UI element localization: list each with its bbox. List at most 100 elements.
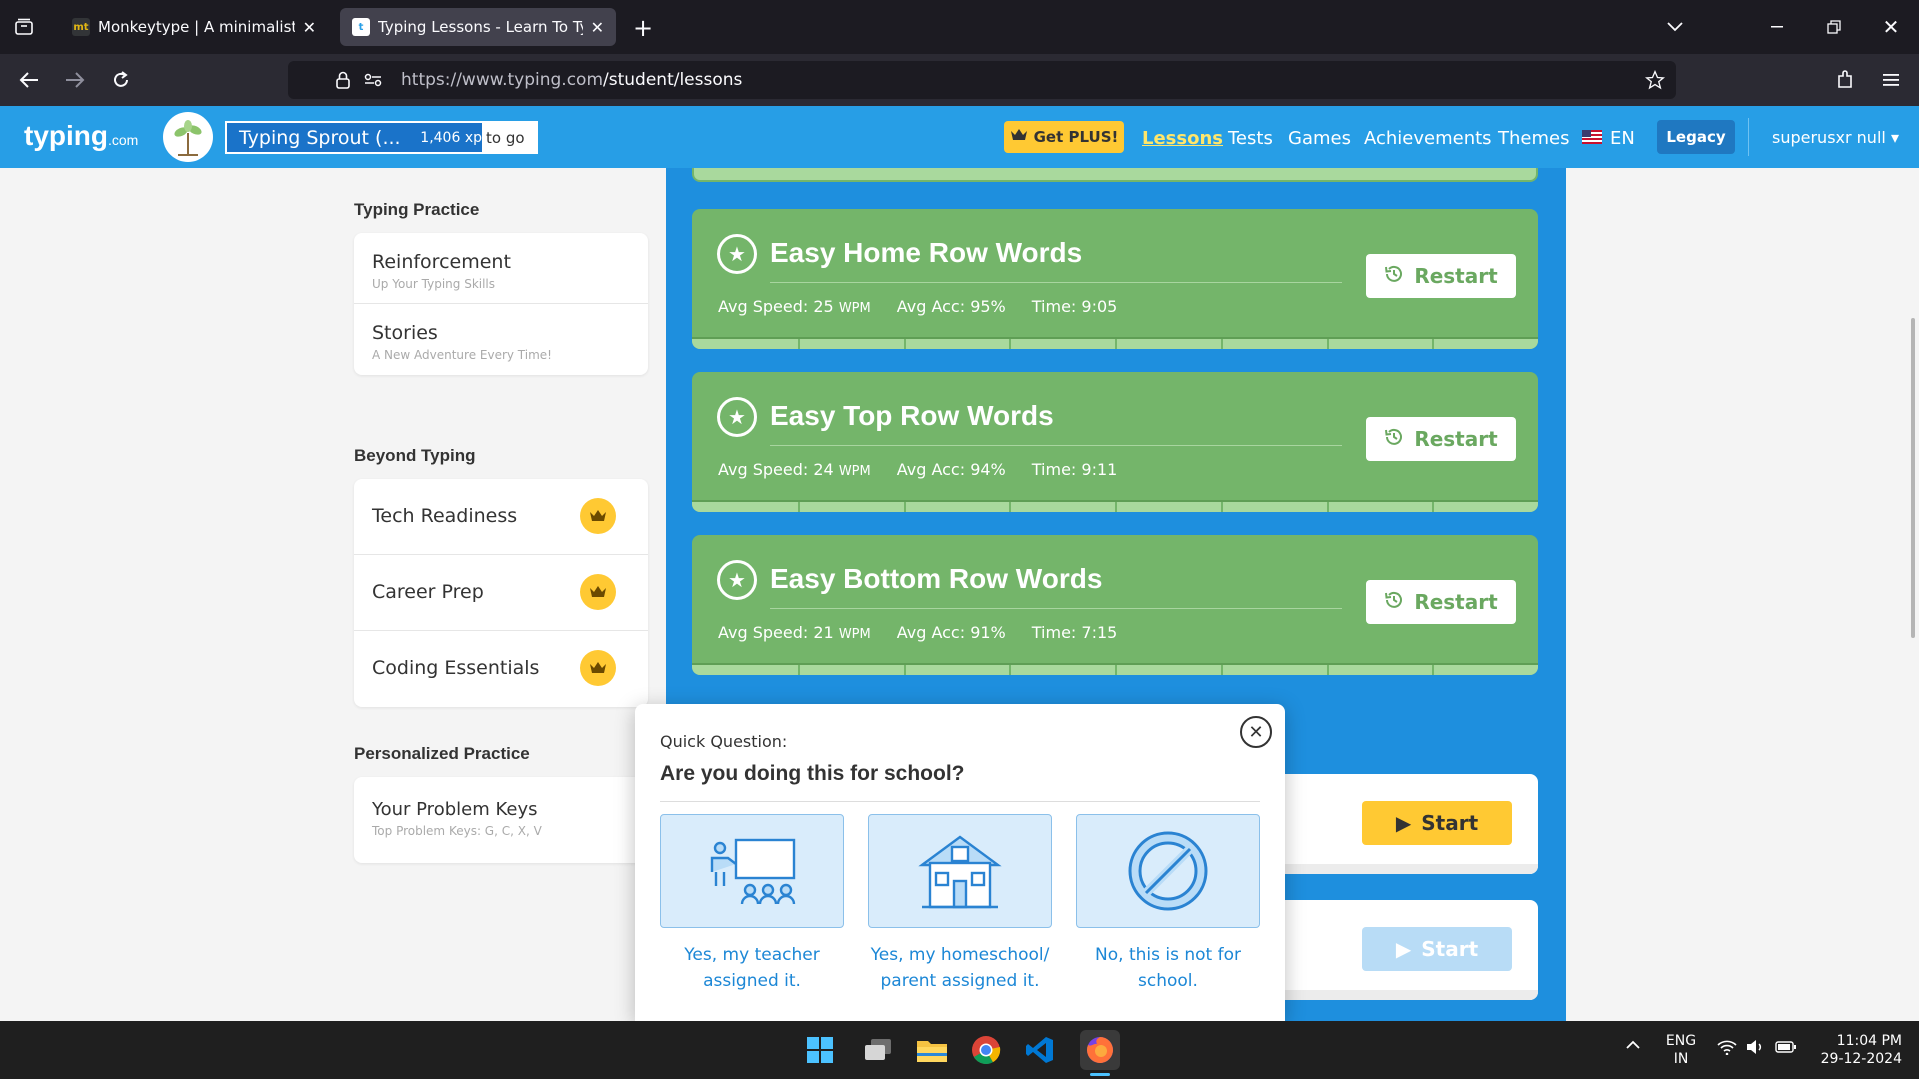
minimize-icon[interactable] <box>1762 12 1792 42</box>
progress-segment-divider <box>1326 665 1329 675</box>
file-explorer-icon[interactable] <box>916 1034 948 1066</box>
tab-monkeytype[interactable]: mt Monkeytype | A minimalistic, c ✕ <box>60 8 328 46</box>
reload-icon[interactable] <box>106 65 136 95</box>
sprout-avatar[interactable] <box>163 112 213 162</box>
progress-segment-divider <box>797 665 800 675</box>
bookmark-star-icon[interactable] <box>1640 65 1670 95</box>
restore-icon[interactable] <box>1819 12 1849 42</box>
legacy-button[interactable]: Legacy <box>1657 120 1735 154</box>
lesson-card[interactable]: ★ Easy Top Row Words Avg Speed: 24 WPM A… <box>692 372 1538 512</box>
lesson-title: Easy Home Row Words <box>770 237 1083 268</box>
restart-button[interactable]: Restart <box>1366 580 1516 624</box>
address-bar[interactable]: https://www.typing.com/student/lessons <box>288 61 1676 99</box>
close-window-icon[interactable]: ✕ <box>1876 12 1906 42</box>
history-icon <box>1384 264 1404 289</box>
progress-segment-divider <box>1432 339 1435 349</box>
progress-segment-divider <box>1220 665 1223 675</box>
home-icon <box>868 814 1052 928</box>
option-label: Yes, my homeschool/parent assigned it. <box>870 945 1050 991</box>
language-selector[interactable]: EN <box>1582 128 1635 149</box>
progress-segment-divider <box>1115 665 1117 675</box>
lesson-divider <box>770 445 1342 446</box>
active-app-indicator <box>1090 1073 1110 1076</box>
nav-themes[interactable]: Themes <box>1498 128 1569 149</box>
typing-favicon: t <box>352 18 370 36</box>
nav-lessons[interactable]: Lessons <box>1142 128 1223 149</box>
extensions-icon[interactable] <box>1830 65 1860 95</box>
nav-achievements[interactable]: Achievements <box>1364 128 1492 149</box>
clock[interactable]: 11:04 PM 29-12-2024 <box>1812 1032 1902 1068</box>
input-language[interactable]: ENG IN <box>1660 1032 1702 1068</box>
windows-start-icon[interactable] <box>804 1034 836 1066</box>
play-icon: ▶ <box>1395 811 1412 835</box>
progress-segment-divider <box>1220 502 1223 512</box>
close-modal-button[interactable]: ✕ <box>1240 716 1272 748</box>
level-progress[interactable]: Typing Sprout (... 1,406 xp to go <box>225 121 538 154</box>
browser-toolbar: https://www.typing.com/student/lessons <box>0 54 1919 106</box>
progress-segment-divider <box>1326 339 1329 349</box>
user-menu[interactable]: superusxr null ▾ <box>1772 128 1899 147</box>
site-permissions-icon[interactable] <box>358 65 388 95</box>
site-header: typing.com Typing Sprout (... 1,406 xp t… <box>0 106 1919 168</box>
progress-segment-divider <box>1432 502 1435 512</box>
lock-icon[interactable] <box>328 65 358 95</box>
task-view-icon[interactable] <box>862 1034 894 1066</box>
modal-subtitle: Quick Question: <box>660 732 788 751</box>
previous-lesson-progress <box>692 168 1538 182</box>
show-hidden-icons-chevron[interactable] <box>1620 1037 1646 1055</box>
completed-star-icon: ★ <box>717 560 757 600</box>
lesson-stats: Avg Speed: 21 WPM Avg Acc: 91% Time: 7:1… <box>718 623 1118 642</box>
start-button[interactable]: ▶ Start <box>1362 927 1512 971</box>
new-tab-icon[interactable]: + <box>628 13 658 43</box>
modal-divider <box>660 801 1260 802</box>
problem-keys-item[interactable]: Your Problem Keys Top Problem Keys: G, C… <box>354 777 648 863</box>
monkeytype-favicon: mt <box>72 18 90 36</box>
lesson-progress-bar <box>692 663 1538 675</box>
firefox-icon[interactable] <box>1080 1030 1120 1070</box>
premium-crown-icon <box>580 498 616 534</box>
typing-logo[interactable]: typing.com <box>24 120 138 152</box>
tab-title: Monkeytype | A minimalistic, c <box>98 18 295 36</box>
progress-segment-divider <box>1326 502 1329 512</box>
wifi-icon[interactable] <box>1716 1039 1738 1060</box>
chrome-icon[interactable] <box>970 1034 1002 1066</box>
coding-essentials-item[interactable]: Coding Essentials <box>354 631 648 707</box>
nav-games[interactable]: Games <box>1288 128 1351 149</box>
progress-segment-divider <box>903 502 906 512</box>
lesson-card[interactable]: ★ Easy Bottom Row Words Avg Speed: 21 WP… <box>692 535 1538 675</box>
battery-icon[interactable] <box>1774 1040 1798 1058</box>
us-flag-icon <box>1582 128 1602 149</box>
get-plus-button[interactable]: Get PLUS! <box>1004 121 1124 153</box>
nav-tests[interactable]: Tests <box>1228 128 1273 149</box>
reinforcement-item[interactable]: Reinforcement Up Your Typing Skills <box>354 233 648 304</box>
career-prep-item[interactable]: Career Prep <box>354 555 648 631</box>
quick-question-modal: ✕ Quick Question: Are you doing this for… <box>635 704 1285 1021</box>
tab-typing-lessons[interactable]: t Typing Lessons - Learn To Type ✕ <box>340 8 616 46</box>
personalized-practice-title: Personalized Practice <box>354 744 530 763</box>
xp-count: 1,406 xp <box>420 129 482 146</box>
start-button[interactable]: ▶ Start <box>1362 801 1512 845</box>
page-scrollbar[interactable] <box>1907 168 1919 1021</box>
option-homeschool[interactable]: Yes, my homeschool/parent assigned it. <box>868 814 1052 994</box>
option-not-school[interactable]: No, this is not for school. <box>1076 814 1260 994</box>
option-teacher[interactable]: Yes, my teacher assigned it. <box>660 814 844 994</box>
scrollbar-thumb[interactable] <box>1911 318 1915 638</box>
close-tab-icon[interactable]: ✕ <box>591 18 604 37</box>
back-icon[interactable] <box>14 65 44 95</box>
history-icon <box>1384 590 1404 615</box>
tab-overview-icon[interactable] <box>10 13 38 41</box>
restart-button[interactable]: Restart <box>1366 254 1516 298</box>
completed-star-icon: ★ <box>717 397 757 437</box>
tech-readiness-item[interactable]: Tech Readiness <box>354 479 648 555</box>
vscode-icon[interactable] <box>1024 1034 1056 1066</box>
close-tab-icon[interactable]: ✕ <box>303 18 316 37</box>
forward-icon[interactable] <box>60 65 90 95</box>
lesson-stats: Avg Speed: 24 WPM Avg Acc: 94% Time: 9:1… <box>718 460 1118 479</box>
stories-item[interactable]: Stories A New Adventure Every Time! <box>354 304 648 375</box>
lesson-card[interactable]: ★ Easy Home Row Words Avg Speed: 25 WPM … <box>692 209 1538 349</box>
volume-icon[interactable] <box>1744 1039 1766 1060</box>
list-tabs-chevron-icon[interactable] <box>1660 12 1690 42</box>
lesson-progress-bar <box>692 337 1538 349</box>
restart-button[interactable]: Restart <box>1366 417 1516 461</box>
menu-icon[interactable] <box>1876 65 1906 95</box>
